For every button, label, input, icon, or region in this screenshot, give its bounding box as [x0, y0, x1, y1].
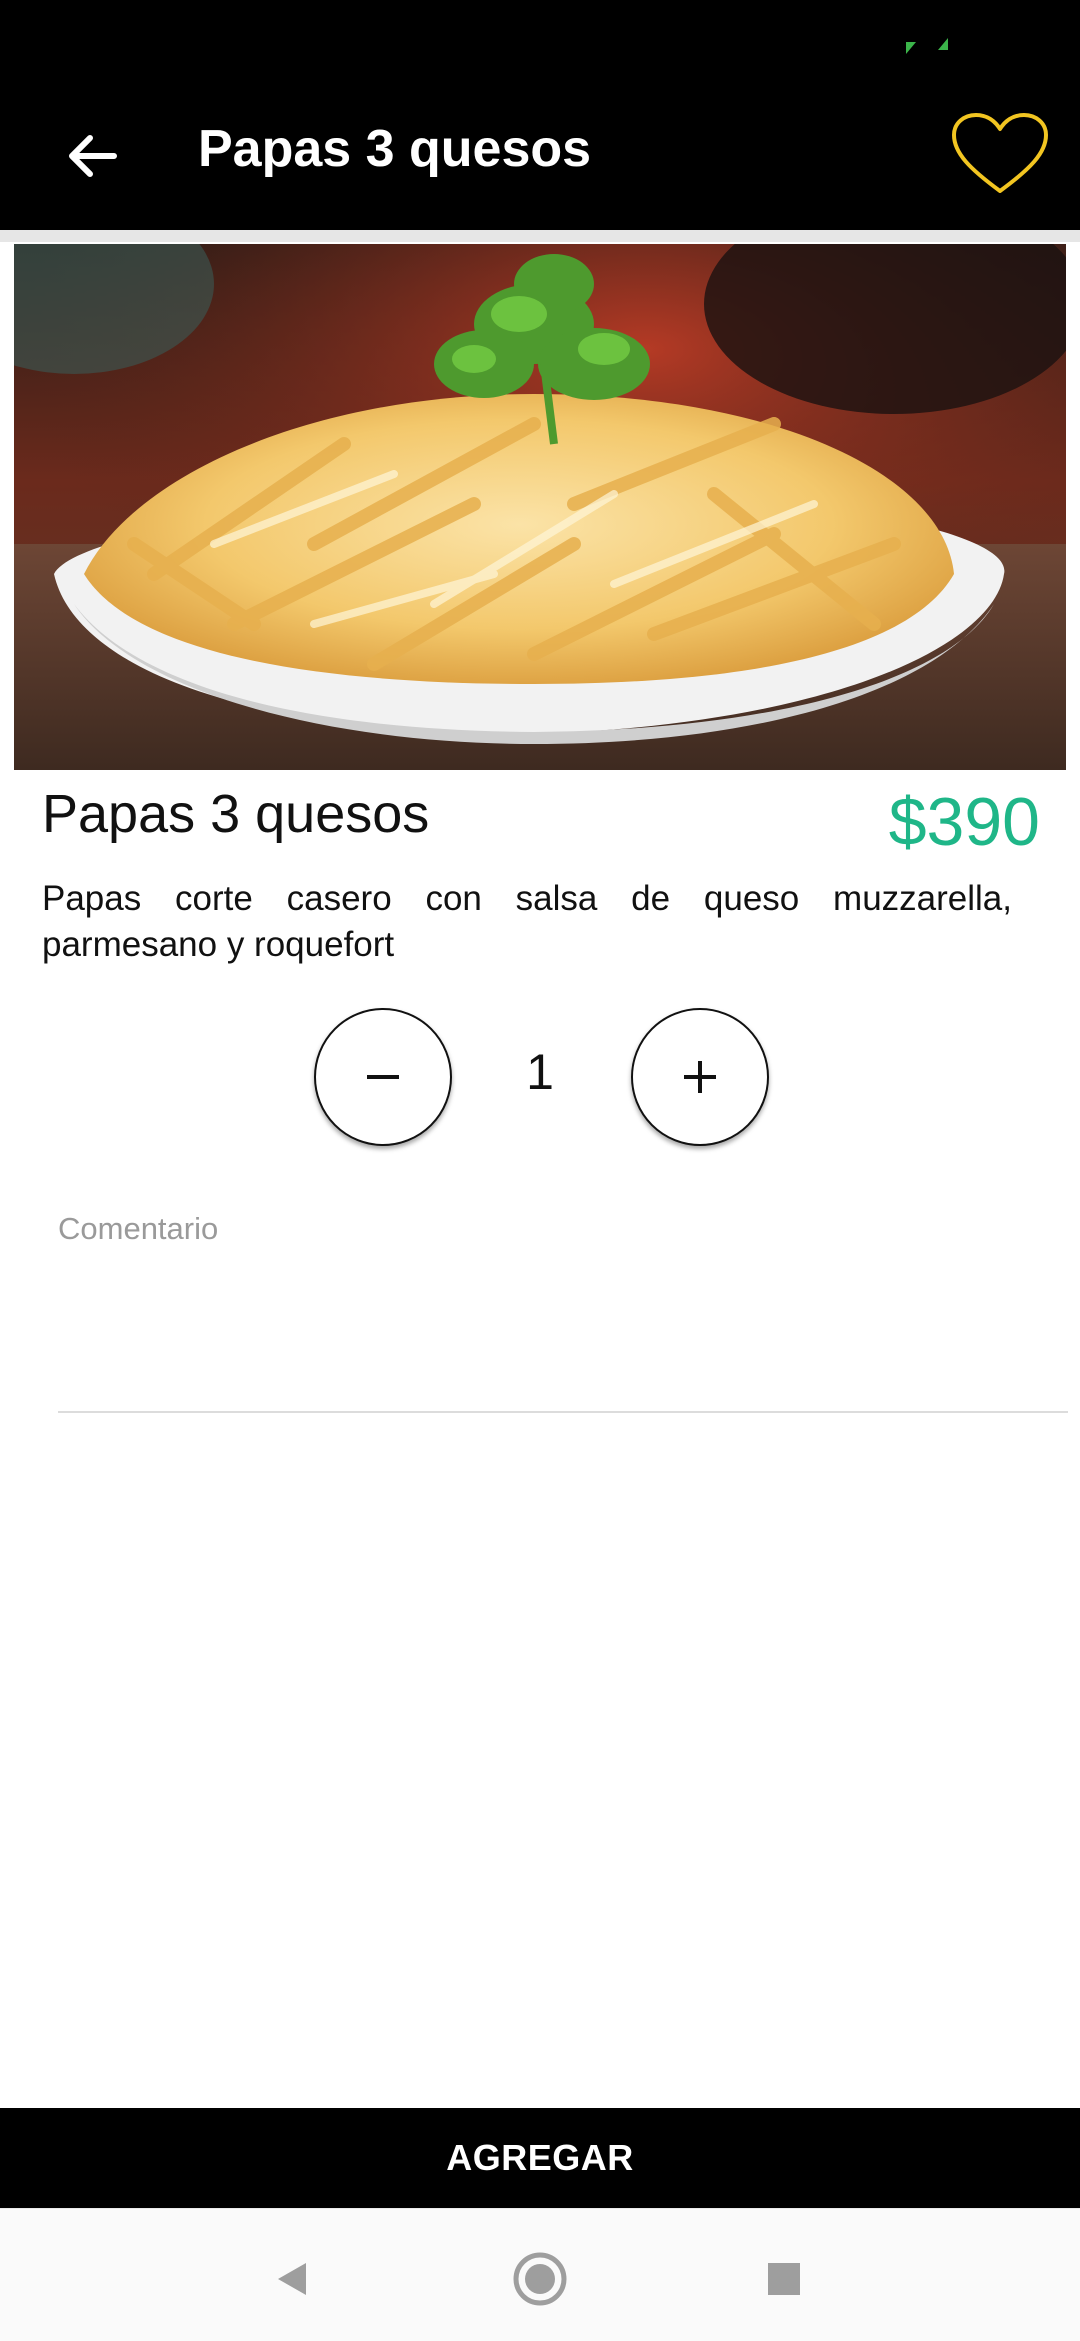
nav-back-button[interactable]	[262, 2249, 322, 2309]
minus-icon	[367, 1075, 399, 1079]
add-button-label: AGREGAR	[446, 2137, 634, 2178]
quantity-value: 1	[526, 1044, 554, 1100]
back-button[interactable]	[52, 116, 132, 196]
decrement-button[interactable]	[314, 1008, 452, 1146]
product-price: $390	[888, 784, 1040, 860]
screen-rotate-icon	[906, 38, 948, 54]
nav-home-button[interactable]	[510, 2249, 570, 2309]
comment-field[interactable]	[58, 1205, 1068, 1413]
heart-outline-icon	[952, 113, 1048, 193]
nav-recents-icon	[768, 2263, 800, 2295]
status-bar	[0, 0, 1080, 66]
increment-button[interactable]	[631, 1008, 769, 1146]
nav-home-icon	[513, 2252, 567, 2306]
plus-icon	[684, 1061, 716, 1093]
product-image	[14, 244, 1066, 770]
product-name: Papas 3 quesos	[42, 784, 430, 844]
nav-back-icon	[278, 2263, 306, 2295]
nav-recents-button[interactable]	[754, 2249, 814, 2309]
arrow-left-icon	[69, 135, 117, 177]
app-bar-divider	[0, 230, 1080, 242]
page-title: Papas 3 quesos	[198, 120, 592, 178]
product-description: Papas corte casero con salsa de queso mu…	[42, 879, 1012, 964]
system-nav-bar	[0, 2208, 1080, 2341]
favorite-button[interactable]	[948, 104, 1052, 204]
app-bar: Papas 3 quesos	[0, 66, 1080, 230]
add-button[interactable]: AGREGAR	[0, 2108, 1080, 2208]
